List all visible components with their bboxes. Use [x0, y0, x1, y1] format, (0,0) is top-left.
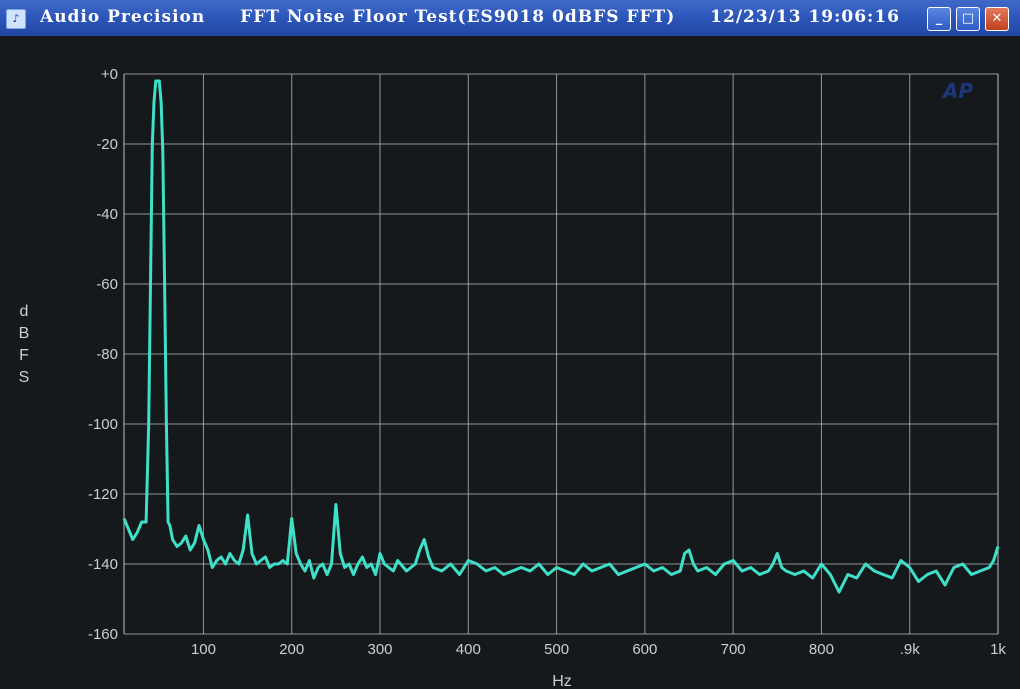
y-tick-label: -60	[96, 276, 118, 293]
x-tick-label: 500	[544, 641, 569, 658]
y-axis-label-char: B	[19, 325, 30, 342]
y-axis-label-char: d	[20, 303, 29, 320]
minimize-button[interactable]: _	[927, 7, 951, 31]
y-tick-label: -100	[88, 416, 118, 433]
y-axis-label-char: S	[19, 369, 30, 386]
ap-logo: AP	[941, 79, 973, 103]
y-axis-label-char: F	[19, 347, 29, 364]
chart-grid	[123, 73, 999, 635]
x-tick-label: 200	[279, 641, 304, 658]
window-title: Audio Precision FFT Noise Floor Test(ES9…	[40, 7, 928, 27]
y-tick-label: -80	[96, 346, 118, 363]
x-tick-label: 800	[809, 641, 834, 658]
fft-chart: 100 200 300 400 500 600 700 800 .9k 1k +0 -20 -40 -60…	[19, 66, 1007, 689]
y-tick-label: +0	[101, 66, 118, 83]
y-tick-label: -40	[96, 206, 118, 223]
x-tick-label: 300	[368, 641, 393, 658]
title-test-name: FFT Noise Floor Test(ES9018 0dBFS FFT)	[240, 7, 676, 27]
maximize-button[interactable]: □	[956, 7, 980, 31]
app-icon: ♪	[6, 9, 26, 29]
y-tick-label: -160	[88, 626, 118, 643]
y-tick-label: -140	[88, 556, 118, 573]
x-axis-label: Hz	[552, 673, 572, 689]
fft-trace-line	[122, 79, 1000, 594]
title-app-name: Audio Precision	[40, 7, 206, 27]
y-axis-label: dBFS	[19, 303, 30, 386]
y-tick-label: -20	[96, 136, 118, 153]
x-tick-label: 100	[191, 641, 216, 658]
y-tick-label: -120	[88, 486, 118, 503]
title-bar[interactable]: ♪ Audio Precision FFT Noise Floor Test(E…	[0, 0, 1020, 37]
chart-series	[122, 79, 1000, 594]
x-tick-label: 1k	[990, 641, 1006, 658]
title-timestamp: 12/23/13 19:06:16	[710, 7, 900, 27]
x-tick-label: 400	[456, 641, 481, 658]
close-button[interactable]: ✕	[985, 7, 1009, 31]
x-tick-label: .9k	[900, 641, 921, 658]
x-tick-label: 600	[632, 641, 657, 658]
chart-ticks: 100 200 300 400 500 600 700 800 .9k 1k +0 -20 -40 -60…	[88, 66, 1006, 658]
x-tick-label: 700	[721, 641, 746, 658]
